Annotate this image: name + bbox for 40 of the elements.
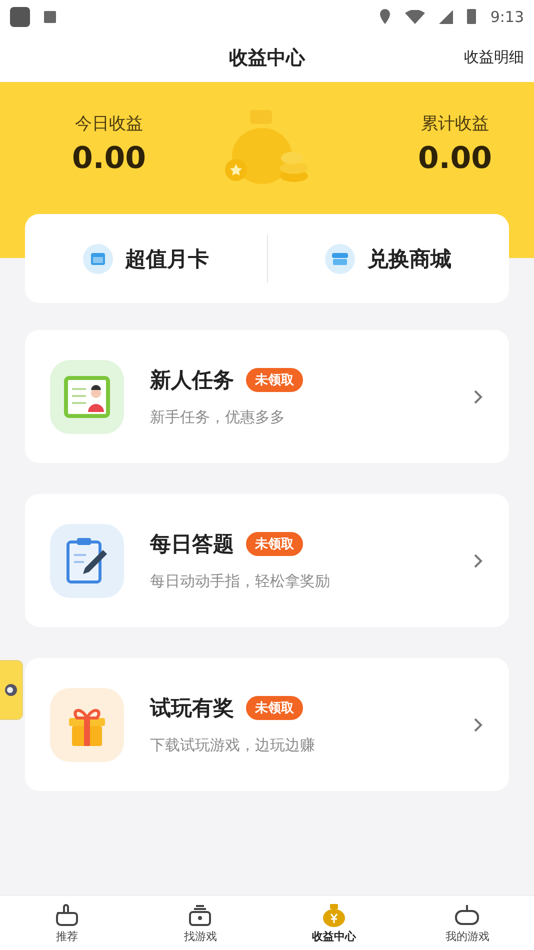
location-icon	[379, 8, 392, 25]
signal-icon	[439, 10, 454, 24]
nav-tab[interactable]: 推荐	[0, 896, 134, 950]
ball-icon	[4, 683, 18, 697]
money-bag-icon	[320, 902, 347, 926]
task-card[interactable]: 每日答题 未领取 每日动动手指，轻松拿奖励	[25, 494, 509, 627]
gamepad-icon	[454, 902, 480, 926]
status-badge: 未领取	[246, 532, 303, 556]
floating-button[interactable]	[0, 660, 23, 720]
earnings-label: 今日收益	[75, 113, 144, 135]
chevron-right-icon	[473, 552, 483, 568]
page-title: 收益中心	[229, 46, 305, 70]
chevron-right-icon	[473, 388, 483, 404]
chevron-right-icon	[473, 716, 483, 732]
task-title: 每日答题	[150, 531, 234, 558]
game-box-icon	[187, 902, 214, 926]
task-card[interactable]: 试玩有奖 未领取 下载试玩游戏，边玩边赚	[25, 658, 509, 791]
details-link[interactable]: 收益明细	[464, 48, 524, 67]
status-badge: 未领取	[246, 696, 303, 720]
quick-link[interactable]: 兑换商城	[268, 244, 509, 274]
earnings-value: 0.00	[418, 141, 492, 176]
task-subtitle: 每日动动手指，轻松拿奖励	[150, 572, 331, 591]
task-title: 试玩有奖	[150, 695, 234, 722]
app-icon	[10, 6, 30, 26]
task-subtitle: 新手任务，优惠多多	[150, 408, 286, 427]
battery-icon	[467, 9, 476, 24]
wifi-icon	[405, 10, 426, 24]
task-title: 新人任务	[150, 367, 234, 394]
task-card[interactable]: 新人任务 未领取 新手任务，优惠多多	[25, 330, 509, 463]
earnings-value: 0.00	[72, 141, 146, 176]
task-subtitle: 下载试玩游戏，边玩边赚	[150, 736, 316, 755]
nav-tab[interactable]: 收益中心	[267, 896, 400, 950]
earnings-label: 累计收益	[420, 113, 489, 135]
id-card-icon	[64, 376, 110, 418]
clock-time: 9:13	[490, 8, 524, 26]
quick-link[interactable]: 超值月卡	[25, 244, 266, 274]
nav-tab[interactable]: 我的游戏	[400, 896, 534, 950]
clipboard-pen-icon	[65, 536, 109, 586]
nav-tab[interactable]: 找游戏	[134, 896, 267, 950]
status-badge: 未领取	[246, 368, 303, 392]
